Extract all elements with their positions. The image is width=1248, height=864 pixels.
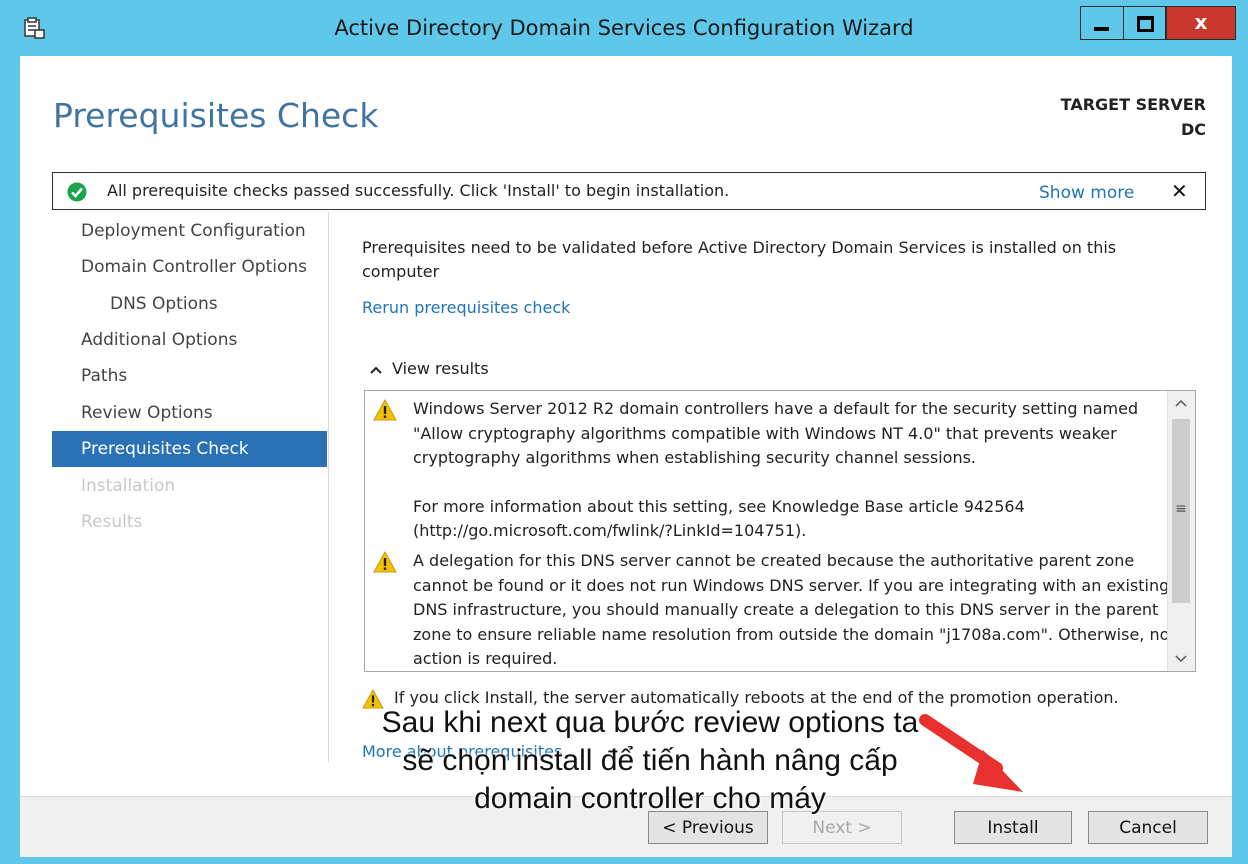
close-window-button[interactable]: x: [1166, 6, 1236, 40]
result-text: A delegation for this DNS server cannot …: [413, 551, 1170, 668]
minimize-button[interactable]: [1080, 6, 1124, 40]
scroll-down-icon[interactable]: [1168, 647, 1194, 671]
results-list[interactable]: Windows Server 2012 R2 domain controller…: [364, 390, 1196, 672]
nav-item-prerequisites-check[interactable]: Prerequisites Check: [52, 431, 327, 467]
result-text: For more information about this setting,…: [413, 496, 1025, 541]
nav-divider: [328, 212, 329, 762]
target-server-name: DC: [1180, 120, 1206, 139]
view-results-label: View results: [392, 359, 489, 378]
nav-item-paths[interactable]: Paths: [52, 358, 327, 394]
nav-item-deployment-configuration[interactable]: Deployment Configuration: [52, 213, 327, 249]
intro-text: Prerequisites need to be validated befor…: [362, 238, 1117, 281]
warning-icon: [373, 399, 397, 421]
target-server: TARGET SERVER DC: [1061, 92, 1206, 142]
nav-item-dns-options[interactable]: DNS Options: [52, 286, 327, 322]
result-item: A delegation for this DNS server cannot …: [413, 549, 1173, 671]
success-check-icon: [67, 182, 87, 202]
previous-button[interactable]: < Previous: [648, 811, 768, 844]
result-text: Windows Server 2012 R2 domain controller…: [413, 399, 1139, 467]
nav-item-additional-options[interactable]: Additional Options: [52, 322, 327, 358]
nav-item-review-options[interactable]: Review Options: [52, 395, 327, 431]
nav-item-domain-controller-options[interactable]: Domain Controller Options: [52, 249, 327, 285]
scroll-up-icon[interactable]: [1168, 391, 1194, 415]
warning-icon: [373, 551, 397, 573]
view-results-toggle[interactable]: View results: [370, 359, 489, 378]
results-scrollbar[interactable]: ≡: [1167, 391, 1195, 671]
banner-message: All prerequisite checks passed successfu…: [107, 181, 730, 200]
banner-close-icon[interactable]: ✕: [1171, 179, 1188, 203]
wizard-footer: < Previous Next > Install Cancel: [20, 796, 1232, 857]
scroll-thumb[interactable]: ≡: [1172, 419, 1190, 603]
maximize-button[interactable]: [1124, 6, 1166, 40]
more-about-prerequisites-link[interactable]: More about prerequisites: [362, 742, 562, 761]
show-more-link[interactable]: Show more: [1039, 183, 1134, 203]
install-button[interactable]: Install: [954, 811, 1072, 844]
chevron-up-icon: [370, 366, 382, 374]
rerun-prerequisites-link[interactable]: Rerun prerequisites check: [362, 298, 570, 317]
cancel-button[interactable]: Cancel: [1088, 811, 1208, 844]
close-icon: x: [1194, 10, 1208, 34]
grip-icon: ≡: [1175, 501, 1187, 517]
warning-icon: [362, 689, 384, 709]
reboot-warning-text: If you click Install, the server automat…: [394, 688, 1119, 707]
nav-item-results: Results: [81, 512, 143, 532]
page-title: Prerequisites Check: [53, 96, 379, 135]
next-button: Next >: [782, 811, 902, 844]
nav-item-installation: Installation: [81, 476, 176, 496]
wizard-steps-nav: Deployment Configuration Domain Controll…: [52, 212, 328, 796]
wizard-window: Active Directory Domain Services Configu…: [0, 0, 1248, 864]
status-banner: All prerequisite checks passed successfu…: [52, 172, 1206, 210]
target-server-label: TARGET SERVER: [1060, 95, 1206, 114]
window-title: Active Directory Domain Services Configu…: [334, 16, 914, 40]
wizard-client-area: Prerequisites Check TARGET SERVER DC All…: [20, 56, 1232, 857]
result-item: Windows Server 2012 R2 domain controller…: [413, 397, 1173, 544]
title-bar[interactable]: Active Directory Domain Services Configu…: [0, 0, 1248, 56]
